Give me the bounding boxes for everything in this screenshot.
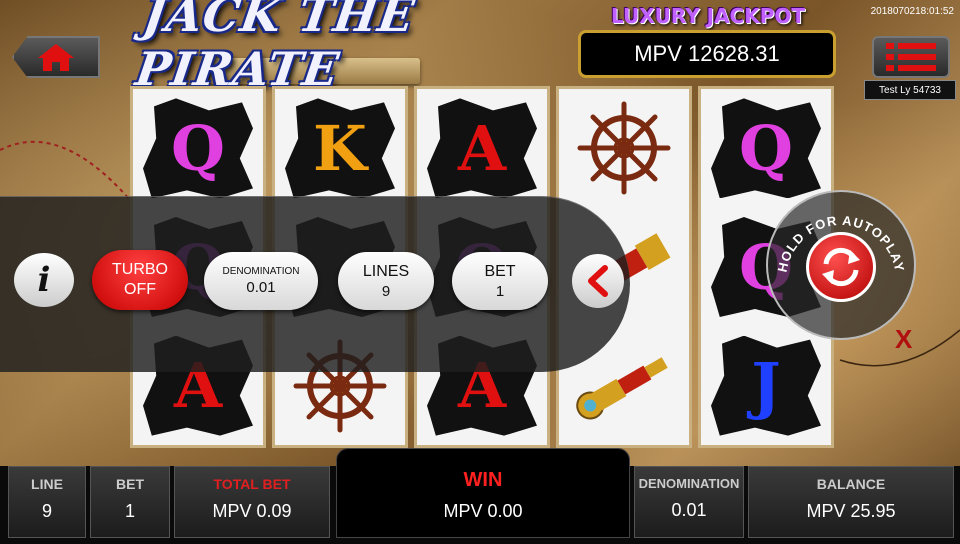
symbol-a: A bbox=[427, 98, 537, 199]
menu-button[interactable] bbox=[872, 36, 950, 78]
total-bet-label: TOTAL BET bbox=[213, 476, 291, 492]
reel-cell: K bbox=[275, 89, 405, 208]
symbol-k: K bbox=[285, 98, 395, 199]
jackpot-title: LUXURY JACKPOT bbox=[610, 4, 806, 28]
bet-label: BET bbox=[484, 262, 516, 280]
reel-cell: A bbox=[417, 89, 547, 208]
home-button[interactable] bbox=[12, 36, 100, 78]
bet-label: BET bbox=[116, 476, 144, 492]
turbo-state: OFF bbox=[124, 281, 156, 298]
symbol-q: Q bbox=[711, 98, 821, 199]
balance-stat: BALANCE MPV 25.95 bbox=[748, 466, 954, 538]
refresh-icon bbox=[822, 247, 860, 287]
menu-list-icon bbox=[886, 43, 936, 71]
denomination-value: 0.01 bbox=[246, 279, 276, 296]
denomination-label: DENOMINATION bbox=[222, 266, 300, 277]
bottom-status-bar: LINE 9 BET 1 TOTAL BET MPV 0.09 WIN MPV … bbox=[0, 448, 960, 544]
denomination-button[interactable]: DENOMINATION 0.01 bbox=[204, 252, 318, 310]
lines-value: 9 bbox=[381, 282, 391, 300]
denomination-stat: DENOMINATION 0.01 bbox=[634, 466, 744, 538]
win-value: MPV 0.00 bbox=[443, 501, 523, 521]
line-value: 9 bbox=[41, 501, 52, 521]
denomination-label: DENOMINATION bbox=[638, 476, 740, 491]
info-icon: i bbox=[37, 260, 51, 300]
total-bet-stat: TOTAL BET MPV 0.09 bbox=[174, 466, 330, 538]
balance-label: BALANCE bbox=[816, 476, 886, 492]
denomination-value: 0.01 bbox=[671, 500, 707, 520]
reel-cell: J bbox=[701, 326, 831, 445]
game-logo: JACK THE PIRATE bbox=[132, 0, 419, 96]
info-button[interactable]: i bbox=[14, 253, 74, 307]
total-bet-value: MPV 0.09 bbox=[212, 501, 292, 521]
bet-value: 1 bbox=[495, 282, 505, 300]
chevron-left-icon bbox=[588, 265, 608, 297]
timestamp: 2018070218:01:52 bbox=[870, 6, 954, 17]
spin-button[interactable] bbox=[806, 232, 876, 302]
reel-cell: Q bbox=[133, 89, 263, 208]
bet-button[interactable]: BET 1 bbox=[452, 252, 548, 310]
user-label: Test Ly 54733 bbox=[864, 80, 956, 100]
lines-button[interactable]: LINES 9 bbox=[338, 252, 434, 310]
jackpot-value: MPV 12628.31 bbox=[578, 30, 836, 78]
symbol-j: J bbox=[711, 335, 821, 436]
lines-label: LINES bbox=[362, 262, 410, 280]
turbo-label: TURBO bbox=[112, 261, 168, 278]
turbo-button[interactable]: TURBO OFF bbox=[92, 250, 188, 310]
bet-value: 1 bbox=[124, 501, 135, 521]
win-label: WIN bbox=[463, 469, 503, 491]
line-label: LINE bbox=[31, 476, 63, 492]
reel-cell bbox=[559, 89, 689, 208]
bet-stat: BET 1 bbox=[90, 466, 170, 538]
ship-wheel-icon bbox=[577, 101, 671, 195]
spin-autoplay-control[interactable]: HOLD FOR AUTOPLAY bbox=[766, 190, 916, 340]
balance-value: MPV 25.95 bbox=[806, 501, 896, 521]
home-icon bbox=[38, 44, 74, 71]
symbol-q: Q bbox=[143, 98, 253, 199]
win-stat: WIN MPV 0.00 bbox=[336, 448, 630, 538]
line-stat: LINE 9 bbox=[8, 466, 86, 538]
collapse-bar-button[interactable] bbox=[572, 254, 624, 308]
